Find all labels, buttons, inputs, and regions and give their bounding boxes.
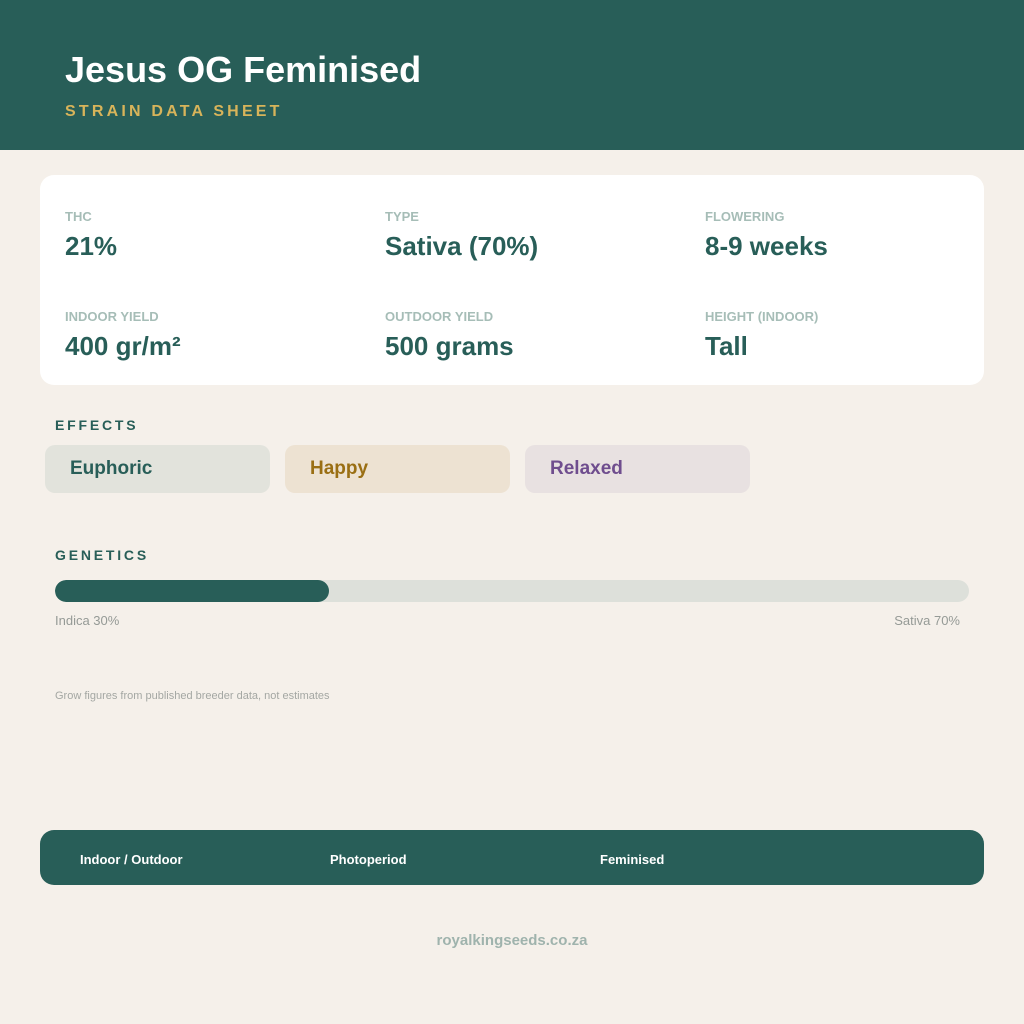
indica-label: Indica 30%	[55, 613, 120, 628]
effect-chip-happy: Happy	[285, 445, 510, 493]
stats-card: THC 21% TYPE Sativa (70%) FLOWERING 8-9 …	[40, 175, 984, 385]
stat-label: INDOOR YIELD	[65, 309, 159, 324]
footer-item-photoperiod: Photoperiod	[330, 852, 407, 867]
stat-value: 21%	[65, 231, 118, 261]
header: Jesus OG Feminised STRAIN DATA SHEET	[0, 0, 1024, 150]
effect-chip-label: Euphoric	[70, 458, 153, 479]
stat-value: 500 grams	[385, 331, 514, 361]
sativa-label: Sativa 70%	[894, 613, 960, 628]
stat-label: OUTDOOR YIELD	[385, 309, 494, 324]
effect-chip-euphoric: Euphoric	[45, 445, 270, 493]
footer-item-feminised: Feminised	[600, 852, 665, 867]
footer-item-indoor-outdoor: Indoor / Outdoor	[80, 852, 183, 867]
effect-chip-label: Happy	[310, 458, 369, 479]
page-subtitle: STRAIN DATA SHEET	[65, 103, 283, 120]
stat-label: FLOWERING	[705, 209, 785, 224]
stat-value: Tall	[705, 331, 748, 361]
effects-heading: EFFECTS	[55, 417, 139, 433]
stat-value: Sativa (70%)	[385, 231, 539, 261]
footer-bar: Indoor / Outdoor Photoperiod Feminised	[40, 830, 984, 885]
effect-chip-relaxed: Relaxed	[525, 445, 750, 493]
stat-label: THC	[65, 209, 92, 224]
genetics-bar	[55, 580, 969, 602]
genetics-bar-indica-fill	[55, 580, 330, 602]
website-link[interactable]: royalkingseeds.co.za	[0, 932, 1024, 950]
effect-chip-label: Relaxed	[550, 458, 623, 479]
stat-label: HEIGHT (INDOOR)	[705, 309, 819, 324]
data-source-note: Grow figures from published breeder data…	[55, 690, 330, 702]
stat-value: 400 gr/m²	[65, 331, 181, 361]
genetics-heading: GENETICS	[55, 547, 149, 563]
page-title: Jesus OG Feminised	[65, 49, 422, 90]
stat-value: 8-9 weeks	[705, 231, 828, 261]
stat-label: TYPE	[385, 209, 419, 224]
